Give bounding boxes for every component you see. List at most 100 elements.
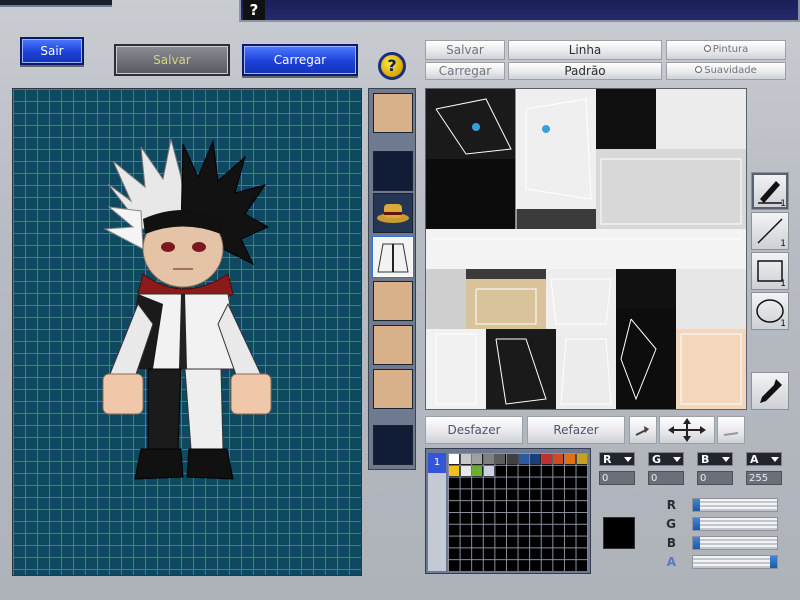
linha-button[interactable]: Linha xyxy=(508,40,662,60)
color-swatch[interactable] xyxy=(507,454,517,464)
expand-icon xyxy=(723,432,739,436)
g-channel-label[interactable]: G xyxy=(648,452,684,466)
refazer-button[interactable]: Refazer xyxy=(527,416,625,444)
texture-salvar-button[interactable]: Salvar xyxy=(425,40,505,60)
sair-button[interactable]: Sair xyxy=(20,37,84,65)
r-slider[interactable] xyxy=(692,498,778,512)
chevron-down-icon xyxy=(673,457,681,462)
part-slot-face-alt[interactable] xyxy=(373,369,413,409)
pen-size: 1 xyxy=(780,199,786,209)
g-label-text: G xyxy=(652,453,662,466)
ellipse-size: 1 xyxy=(780,319,786,329)
b-value-field[interactable]: 0 xyxy=(697,471,733,485)
a-label-text: A xyxy=(750,453,759,466)
pintura-label: Pintura xyxy=(712,44,749,55)
rect-tool[interactable]: 1 xyxy=(751,252,789,290)
right-shoe xyxy=(186,448,234,480)
b-slider-label: B xyxy=(666,536,676,550)
suavidade-radio[interactable]: Suavidade xyxy=(666,62,786,80)
r-slider-knob[interactable] xyxy=(693,499,700,511)
texture-canvas[interactable] xyxy=(425,88,747,410)
a-slider-knob[interactable] xyxy=(770,556,777,568)
hat-icon xyxy=(377,204,409,223)
a-slider-label: A xyxy=(666,555,676,569)
suavidade-label: Suavidade xyxy=(704,65,757,76)
left-eye xyxy=(161,242,175,252)
chevron-down-icon xyxy=(771,457,779,462)
color-swatch[interactable] xyxy=(553,454,564,464)
eyedropper-icon xyxy=(760,379,782,403)
move-button[interactable] xyxy=(659,416,715,444)
part-slot-jacket[interactable] xyxy=(373,237,413,277)
radio-icon xyxy=(703,45,711,52)
color-swatch[interactable] xyxy=(460,465,471,476)
line-tool[interactable]: 1 xyxy=(751,212,789,250)
g-slider-knob[interactable] xyxy=(693,518,700,530)
part-slot-body[interactable] xyxy=(373,325,413,365)
b-channel-label[interactable]: B xyxy=(697,452,733,466)
left-fist xyxy=(102,373,144,415)
color-swatch-grid[interactable] xyxy=(448,453,588,571)
chevron-down-icon xyxy=(624,457,632,462)
a-value-field[interactable]: 255 xyxy=(746,471,782,485)
g-slider[interactable] xyxy=(692,517,778,531)
color-swatch[interactable] xyxy=(472,454,483,464)
desfazer-button[interactable]: Desfazer xyxy=(425,416,523,444)
salvar-button[interactable]: Salvar xyxy=(114,44,230,76)
pen-tool[interactable]: 1 xyxy=(751,172,789,210)
expand-button[interactable] xyxy=(717,416,745,444)
r-label-text: R xyxy=(603,453,612,466)
color-swatch[interactable] xyxy=(495,454,506,464)
color-swatch[interactable] xyxy=(530,454,541,464)
part-slot-head[interactable] xyxy=(373,93,413,133)
color-swatch[interactable] xyxy=(541,454,552,464)
color-swatch[interactable] xyxy=(483,454,494,464)
help-button[interactable]: ? xyxy=(378,52,406,80)
g-slider-label: G xyxy=(666,517,676,531)
r-channel-label[interactable]: R xyxy=(599,452,635,466)
part-slot-empty[interactable] xyxy=(373,151,413,191)
a-channel-label[interactable]: A xyxy=(746,452,782,466)
radio-icon xyxy=(695,66,703,73)
b-slider-knob[interactable] xyxy=(693,537,700,549)
top-left-bar xyxy=(0,0,112,7)
carregar-button[interactable]: Carregar xyxy=(242,44,358,76)
a-slider[interactable] xyxy=(692,555,778,569)
right-eye xyxy=(192,242,206,252)
pintura-radio[interactable]: Pintura xyxy=(666,40,786,60)
character-preview[interactable] xyxy=(12,88,362,576)
eyedropper-tool[interactable] xyxy=(751,372,789,410)
texture-carregar-button[interactable]: Carregar xyxy=(425,62,505,80)
question-icon[interactable]: ? xyxy=(243,0,265,20)
shrink-button[interactable] xyxy=(629,416,657,444)
shrink-icon xyxy=(635,426,649,436)
b-label-text: B xyxy=(701,453,710,466)
left-shoe xyxy=(134,448,184,480)
current-color-preview xyxy=(603,517,635,549)
jacket-icon xyxy=(377,243,409,273)
color-swatch[interactable] xyxy=(460,454,471,464)
color-swatch[interactable] xyxy=(483,465,494,476)
texture-uv-map xyxy=(426,89,746,409)
part-slot-face[interactable] xyxy=(373,281,413,321)
ellipse-tool[interactable]: 1 xyxy=(751,292,789,330)
b-slider[interactable] xyxy=(692,536,778,550)
move-arrows-icon xyxy=(668,418,706,442)
color-swatch[interactable] xyxy=(449,465,459,476)
part-slot-hat[interactable] xyxy=(373,193,413,233)
chevron-down-icon xyxy=(722,457,730,462)
part-list xyxy=(368,88,416,470)
palette-tab-1[interactable]: 1 xyxy=(428,453,446,473)
padrao-button[interactable]: Padrão xyxy=(508,62,662,80)
part-slot-empty-2[interactable] xyxy=(373,425,413,465)
color-swatch[interactable] xyxy=(576,454,587,464)
rect-size: 1 xyxy=(780,279,786,289)
color-swatch[interactable] xyxy=(472,465,483,476)
palette-tabs: 1 xyxy=(428,453,446,571)
color-swatch[interactable] xyxy=(565,454,575,464)
color-swatch[interactable] xyxy=(518,454,529,464)
right-fist xyxy=(230,373,272,415)
g-value-field[interactable]: 0 xyxy=(648,471,684,485)
r-value-field[interactable]: 0 xyxy=(599,471,635,485)
color-swatch[interactable] xyxy=(449,454,459,464)
